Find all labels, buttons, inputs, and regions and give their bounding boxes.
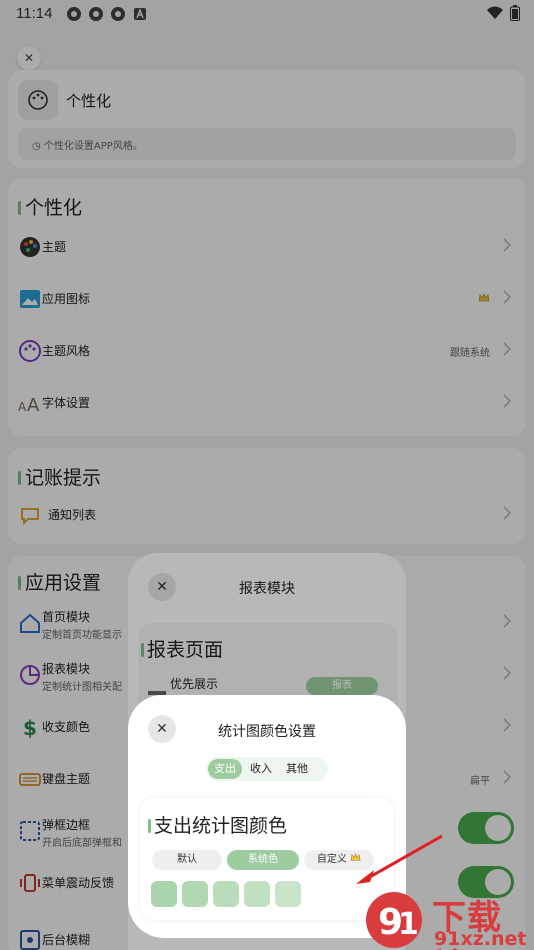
color-swatch[interactable] xyxy=(213,881,239,907)
section-title: 支出统计图颜色 xyxy=(148,811,287,838)
color-swatches xyxy=(151,881,301,907)
chip-default[interactable]: 默认 xyxy=(152,850,222,870)
tab-income[interactable]: 收入 xyxy=(244,759,278,779)
tab-expense[interactable]: 支出 xyxy=(208,759,242,779)
color-swatch[interactable] xyxy=(182,881,208,907)
color-swatch[interactable] xyxy=(244,881,270,907)
annotation-arrow xyxy=(356,834,443,884)
watermark-url: 91xz.net xyxy=(434,928,527,950)
color-swatch[interactable] xyxy=(275,881,301,907)
svg-text:1: 1 xyxy=(398,907,419,942)
tab-other[interactable]: 其他 xyxy=(280,759,314,779)
color-swatch[interactable] xyxy=(151,881,177,907)
watermark-logo: 9 1 xyxy=(366,892,422,948)
sheet-title: 统计图颜色设置 xyxy=(218,724,316,740)
watermark: 9 1 下载站 91xz.net xyxy=(362,888,534,950)
chip-system-color[interactable]: 系统色 xyxy=(227,850,299,870)
tab-bar: 支出 收入 其他 xyxy=(206,757,328,781)
